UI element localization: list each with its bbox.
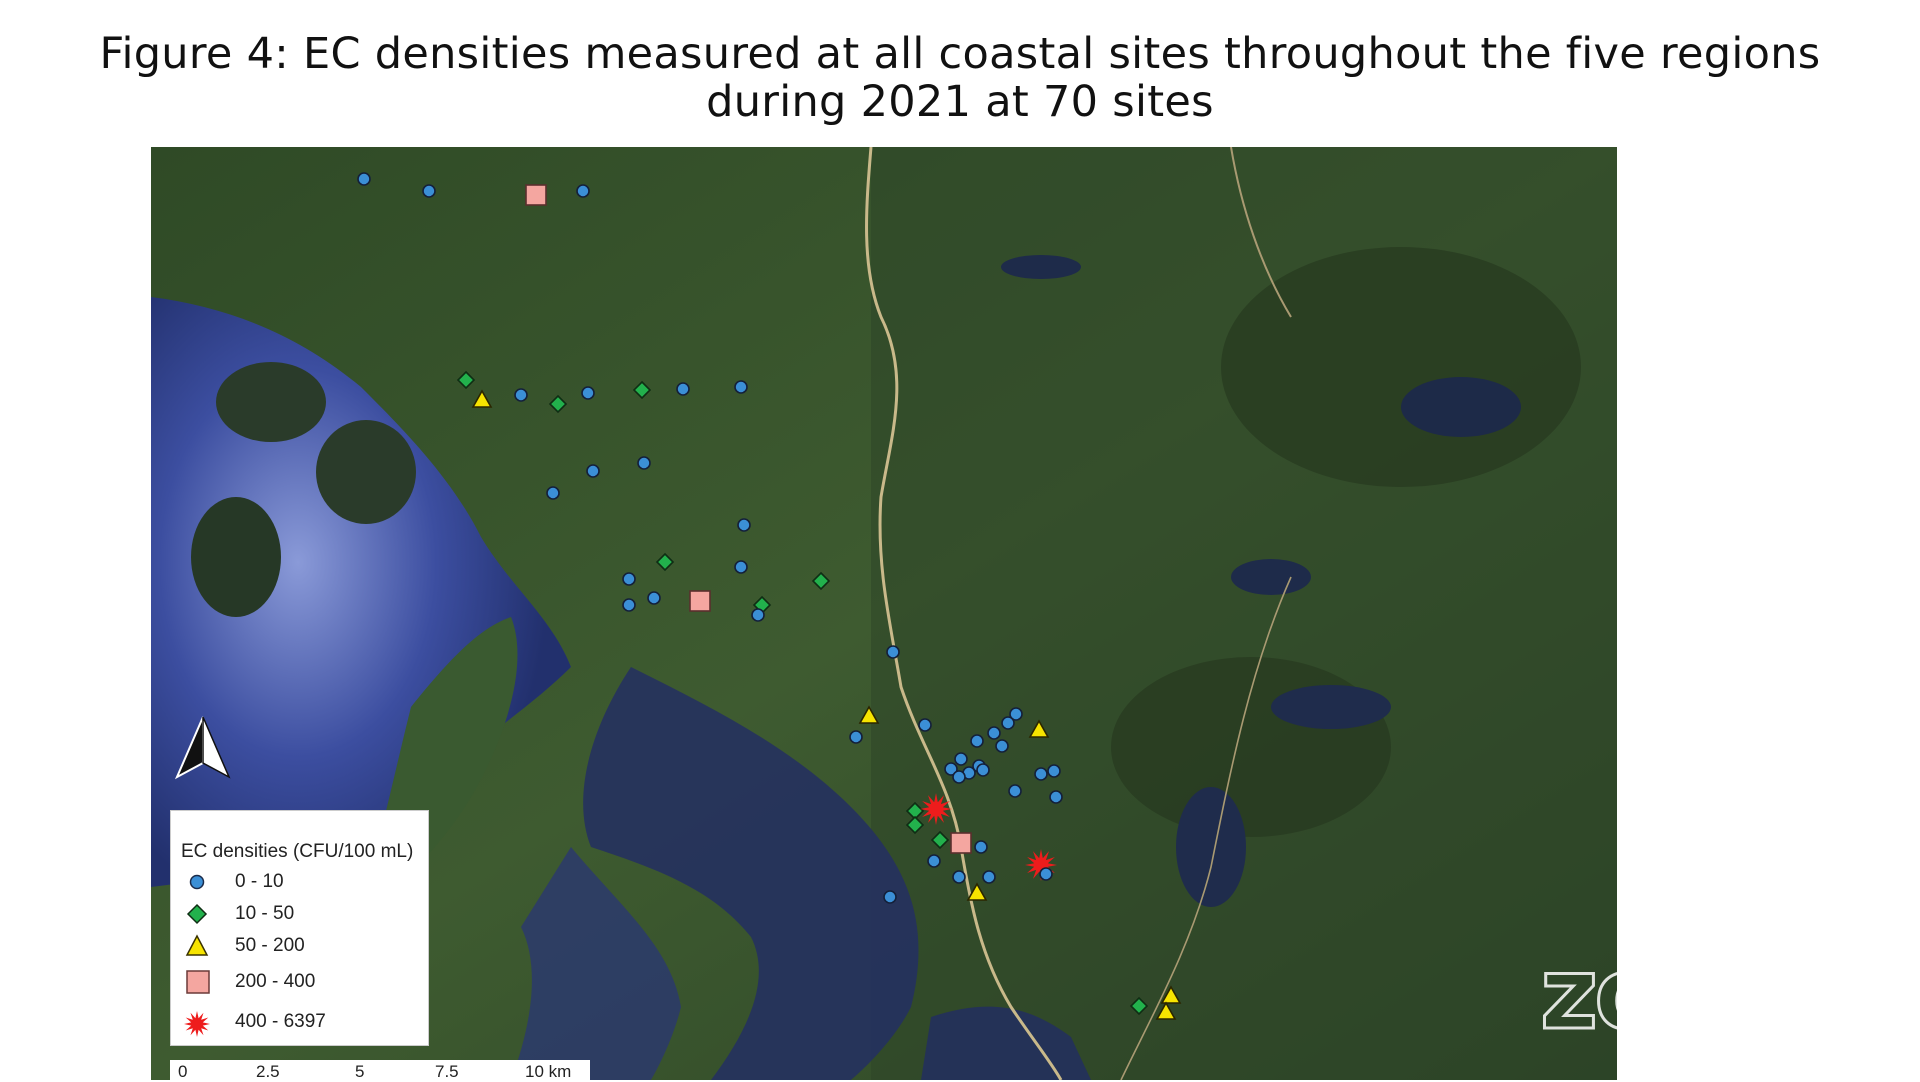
site-marker-circle <box>546 486 560 500</box>
zoom-watermark: zoom <box>1539 934 1830 1054</box>
island <box>216 362 326 442</box>
scale-label: 10 km <box>525 1062 572 1081</box>
figure-title-line1: Figure 4: EC densities measured at all c… <box>99 29 1821 79</box>
lake <box>1176 787 1246 907</box>
site-marker-circle <box>734 560 748 574</box>
legend-item-400-6397: 400 - 6397 <box>181 1009 421 1037</box>
legend-item-10-50: 10 - 50 <box>181 901 421 927</box>
site-marker-circle <box>952 870 966 884</box>
site-marker-circle <box>581 386 595 400</box>
site-marker-circle <box>970 734 984 748</box>
slide: Figure 4: EC densities measured at all c… <box>0 0 1920 1081</box>
scale-label: 5 <box>355 1062 365 1081</box>
site-marker-circle <box>676 382 690 396</box>
site-marker-circle <box>357 172 371 186</box>
site-marker-circle <box>622 598 636 612</box>
site-marker-circle <box>647 591 661 605</box>
site-marker-circle <box>637 456 651 470</box>
site-marker-circle <box>995 739 1009 753</box>
site-marker-square <box>689 590 711 612</box>
diamond-symbol-icon <box>186 903 208 925</box>
site-marker-circle <box>1008 784 1022 798</box>
site-marker-circle <box>1039 867 1053 881</box>
site-marker-circle <box>954 752 968 766</box>
legend-item-0-10: 0 - 10 <box>181 869 421 895</box>
site-marker-circle <box>927 854 941 868</box>
site-marker-circle <box>952 770 966 784</box>
lake <box>1001 255 1081 279</box>
island <box>316 420 416 524</box>
lake <box>1401 377 1521 437</box>
site-marker-circle <box>1001 716 1015 730</box>
site-marker-circle <box>751 608 765 622</box>
legend-label: 0 - 10 <box>235 871 284 892</box>
figure-title: Figure 4: EC densities measured at all c… <box>60 30 1860 126</box>
site-marker-circle <box>982 870 996 884</box>
site-marker-circle <box>987 726 1001 740</box>
land-texture <box>1111 657 1391 837</box>
site-marker-circle <box>918 718 932 732</box>
circle-symbol-icon <box>189 874 205 890</box>
site-marker-circle <box>886 645 900 659</box>
site-marker-circle <box>514 388 528 402</box>
legend: EC densities (CFU/100 mL) 0 - 10 10 - 50… <box>170 810 429 1046</box>
island <box>191 497 281 617</box>
scale-label: 2.5 <box>256 1062 280 1081</box>
scale-bar: 0 2.5 5 7.5 10 km <box>170 1060 590 1081</box>
triangle-symbol-icon <box>185 934 209 956</box>
site-marker-circle <box>976 763 990 777</box>
legend-label: 200 - 400 <box>235 971 316 992</box>
site-marker-circle <box>1049 790 1063 804</box>
site-marker-circle <box>974 840 988 854</box>
legend-item-200-400: 200 - 400 <box>181 969 421 995</box>
site-marker-circle <box>737 518 751 532</box>
site-marker-circle <box>883 890 897 904</box>
site-marker-square <box>950 832 972 854</box>
scale-label: 7.5 <box>435 1062 459 1081</box>
legend-title: EC densities (CFU/100 mL) <box>181 841 414 862</box>
figure-title-line2: during 2021 at 70 sites <box>706 77 1214 127</box>
site-marker-circle <box>849 730 863 744</box>
site-marker-circle <box>586 464 600 478</box>
site-marker-circle <box>1047 764 1061 778</box>
site-marker-circle <box>576 184 590 198</box>
starburst-symbol-icon <box>184 1011 210 1037</box>
scale-label: 0 <box>178 1062 188 1081</box>
site-marker-circle <box>1034 767 1048 781</box>
square-symbol-icon <box>186 970 210 994</box>
lake <box>1271 685 1391 729</box>
site-marker-square <box>525 184 547 206</box>
legend-label: 50 - 200 <box>235 935 305 956</box>
site-marker-circle <box>422 184 436 198</box>
site-marker-circle <box>622 572 636 586</box>
legend-item-50-200: 50 - 200 <box>181 933 421 959</box>
legend-label: 400 - 6397 <box>235 1011 326 1032</box>
land-texture <box>1221 247 1581 487</box>
legend-label: 10 - 50 <box>235 903 295 924</box>
site-marker-circle <box>734 380 748 394</box>
lake <box>1231 559 1311 595</box>
